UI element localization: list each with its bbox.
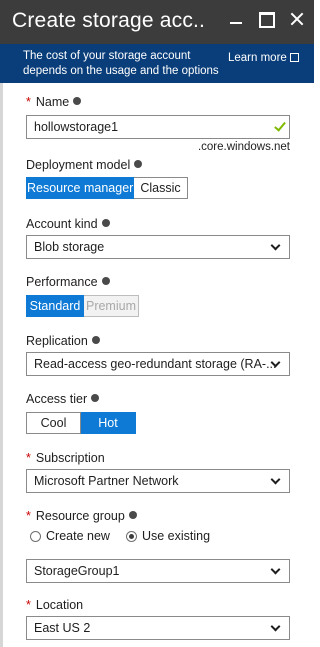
access-tier-label: Access tier <box>26 392 100 406</box>
external-link-icon <box>289 53 299 62</box>
info-icon[interactable] <box>134 160 143 168</box>
name-input[interactable]: hollowstorage1 <box>26 115 290 139</box>
performance-standard-option[interactable]: Standard <box>26 295 84 317</box>
required-marker: * <box>26 509 31 523</box>
subscription-label-text: Subscription <box>35 451 105 465</box>
chevron-down-icon <box>270 240 281 251</box>
name-label-text: Name <box>35 95 70 109</box>
info-icon[interactable] <box>128 511 137 519</box>
learn-more-label[interactable]: Learn more <box>228 52 287 64</box>
account-kind-dropdown[interactable]: Blob storage <box>26 235 290 259</box>
deployment-model-label-text: Deployment model <box>26 158 131 172</box>
location-label-text: Location <box>35 598 84 612</box>
radio-selected-icon[interactable] <box>125 530 137 542</box>
maximize-icon[interactable] <box>257 10 275 28</box>
radio-icon[interactable] <box>30 530 41 542</box>
subscription-label: * Subscription <box>26 451 105 465</box>
minimize-icon[interactable] <box>227 10 245 28</box>
required-marker: * <box>26 598 31 612</box>
learn-more-link[interactable]: Learn more <box>228 52 299 64</box>
resource-group-radio-group: Create new Use existing <box>30 529 226 543</box>
access-tier-hot-option[interactable]: Hot <box>81 412 136 434</box>
close-icon[interactable] <box>288 10 306 28</box>
info-icon[interactable] <box>73 97 82 105</box>
required-marker: * <box>26 95 31 109</box>
chevron-down-icon <box>270 474 281 485</box>
performance-premium-option: Premium <box>84 295 139 317</box>
cost-info-bar: The cost of your storage account depends… <box>0 44 314 83</box>
use-existing-label[interactable]: Use existing <box>142 529 210 543</box>
replication-dropdown[interactable]: Read-access geo-redundant storage (RA-..… <box>26 352 290 376</box>
info-icon[interactable] <box>91 394 100 402</box>
subscription-dropdown[interactable]: Microsoft Partner Network <box>26 469 290 493</box>
account-kind-label: Account kind <box>26 217 110 231</box>
performance-toggle: Standard Premium <box>26 295 139 317</box>
name-input-value[interactable]: hollowstorage1 <box>34 120 118 134</box>
blade-left-border <box>0 83 3 647</box>
chevron-down-icon <box>270 564 281 575</box>
deployment-model-toggle: Resource manager Classic <box>26 177 188 199</box>
blade-title: Create storage acc.. <box>12 9 206 32</box>
required-marker: * <box>26 451 31 465</box>
domain-suffix: .core.windows.net <box>197 141 290 153</box>
access-tier-cool-option[interactable]: Cool <box>26 412 81 434</box>
location-value: East US 2 <box>34 621 91 635</box>
account-kind-value: Blob storage <box>34 240 105 254</box>
replication-label-text: Replication <box>26 334 88 348</box>
use-existing-radio[interactable]: Use existing <box>125 529 210 543</box>
blade-header: Create storage acc.. <box>0 0 314 44</box>
location-label: * Location <box>26 598 83 612</box>
account-kind-label-text: Account kind <box>26 217 98 231</box>
resource-group-dropdown[interactable]: StorageGroup1 <box>26 559 290 583</box>
performance-label: Performance <box>26 275 110 289</box>
replication-label: Replication <box>26 334 100 348</box>
resource-group-label: * Resource group <box>26 509 137 523</box>
resource-group-label-text: Resource group <box>35 509 125 523</box>
replication-value: Read-access geo-redundant storage (RA-..… <box>34 357 277 371</box>
performance-label-text: Performance <box>26 275 98 289</box>
access-tier-toggle: Cool Hot <box>26 412 136 434</box>
name-label: * Name <box>26 95 82 109</box>
create-new-radio[interactable]: Create new <box>30 529 110 543</box>
resource-group-value: StorageGroup1 <box>34 564 120 578</box>
cost-info-text: The cost of your storage account depends… <box>23 50 219 77</box>
subscription-value: Microsoft Partner Network <box>34 474 179 488</box>
access-tier-label-text: Access tier <box>26 392 88 406</box>
deployment-resource-manager-option[interactable]: Resource manager <box>26 177 134 199</box>
create-new-label[interactable]: Create new <box>46 529 110 543</box>
deployment-classic-option[interactable]: Classic <box>134 177 188 199</box>
info-icon[interactable] <box>91 336 100 344</box>
chevron-down-icon <box>270 621 281 632</box>
info-icon[interactable] <box>101 219 110 227</box>
checkmark-icon <box>274 119 286 132</box>
location-dropdown[interactable]: East US 2 <box>26 616 290 640</box>
deployment-model-label: Deployment model <box>26 158 143 172</box>
info-icon[interactable] <box>101 277 110 285</box>
